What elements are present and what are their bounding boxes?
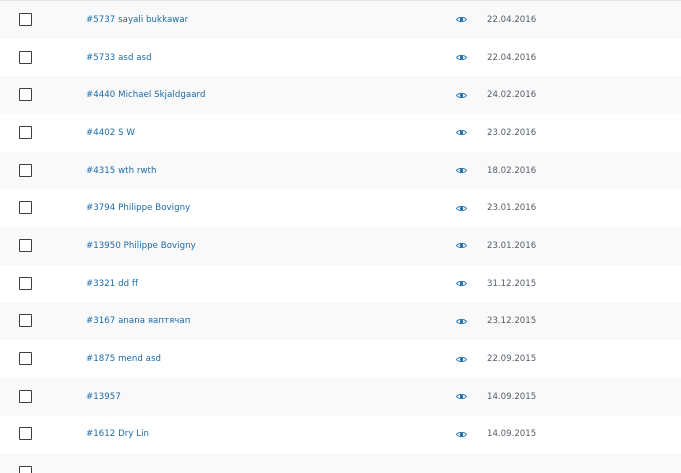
table-row: #13957 14.09.2015 [0, 377, 681, 416]
order-date: 23.01.2016 [487, 203, 537, 214]
order-title-link[interactable]: #3167 anana яаптячап [86, 316, 190, 326]
eye-icon[interactable] [456, 54, 467, 61]
table-row: #3321 dd ff 31.12.2015 [0, 265, 681, 303]
eye-icon[interactable] [456, 356, 467, 363]
order-title-link[interactable]: #3321 dd ff [86, 279, 138, 289]
order-title-link[interactable]: #4402 S W [86, 128, 135, 138]
table-row: #3167 anana яаптячап 23.12.2015 [0, 302, 681, 341]
order-date: 22.04.2016 [487, 52, 537, 63]
order-date: 22.09.2015 [487, 354, 537, 365]
eye-icon[interactable] [456, 393, 467, 400]
row-checkbox[interactable] [19, 125, 32, 139]
row-checkbox[interactable] [19, 314, 32, 328]
eye-icon[interactable] [456, 92, 467, 99]
table-row [0, 453, 681, 473]
eye-icon[interactable] [456, 167, 467, 174]
orders-list: #5737 sayali bukkawar 22.04.2016 #5733 a… [0, 1, 681, 453]
order-date: 14.09.2015 [487, 429, 537, 440]
row-checkbox[interactable] [19, 389, 32, 403]
table-row: #1875 mend asd 22.09.2015 [0, 340, 681, 378]
order-title-link[interactable]: #4315 wth rwth [86, 166, 156, 176]
order-date: 22.04.2016 [487, 14, 537, 25]
row-checkbox[interactable] [19, 88, 32, 102]
eye-icon[interactable] [456, 205, 467, 212]
order-date: 18.02.2016 [487, 165, 537, 176]
order-date: 14.09.2015 [487, 391, 537, 402]
table-row: #4315 wth rwth 18.02.2016 [0, 151, 681, 190]
row-checkbox[interactable] [19, 276, 32, 290]
table-row: #4440 Michael Skjaldgaard 24.02.2016 [0, 76, 681, 115]
eye-icon[interactable] [456, 431, 467, 438]
orders-table: #5737 sayali bukkawar 22.04.2016 #5733 a… [0, 0, 681, 473]
order-date: 23.01.2016 [487, 240, 537, 251]
eye-icon[interactable] [456, 280, 467, 287]
order-title-link[interactable]: #3794 Philippe Bovigny [86, 203, 190, 213]
row-checkbox[interactable] [19, 238, 32, 252]
order-date: 24.02.2016 [487, 90, 537, 101]
row-checkbox[interactable] [19, 12, 32, 26]
table-row: #5737 sayali bukkawar 22.04.2016 [0, 1, 681, 39]
order-title-link[interactable]: #1612 Dry Lin [86, 429, 149, 439]
order-title-link[interactable]: #4440 Michael Skjaldgaard [86, 90, 205, 100]
row-checkbox[interactable] [19, 50, 32, 64]
order-date: 23.02.2016 [487, 127, 537, 138]
row-checkbox[interactable] [19, 352, 32, 366]
order-date: 31.12.2015 [487, 278, 537, 289]
order-date: 23.12.2015 [487, 316, 537, 327]
eye-icon[interactable] [456, 242, 467, 249]
table-row: #3794 Philippe Bovigny 23.01.2016 [0, 189, 681, 227]
order-title-link[interactable]: #5733 asd asd [86, 53, 152, 63]
order-title-link[interactable]: #1875 mend asd [86, 354, 161, 364]
eye-icon[interactable] [456, 318, 467, 325]
row-checkbox[interactable] [19, 427, 32, 441]
order-title-link[interactable]: #5737 sayali bukkawar [86, 15, 188, 25]
eye-icon[interactable] [456, 129, 467, 136]
row-checkbox[interactable] [19, 201, 32, 215]
table-row: #1612 Dry Lin 14.09.2015 [0, 416, 681, 454]
table-row: #4402 S W 23.02.2016 [0, 114, 681, 152]
row-checkbox[interactable] [19, 466, 32, 473]
order-title-link[interactable]: #13950 Philippe Bovigny [86, 241, 196, 251]
row-checkbox[interactable] [19, 163, 32, 177]
table-row: #13950 Philippe Bovigny 23.01.2016 [0, 227, 681, 265]
order-title-link[interactable]: #13957 [86, 392, 121, 402]
eye-icon[interactable] [456, 16, 467, 23]
table-row: #5733 asd asd 22.04.2016 [0, 39, 681, 77]
